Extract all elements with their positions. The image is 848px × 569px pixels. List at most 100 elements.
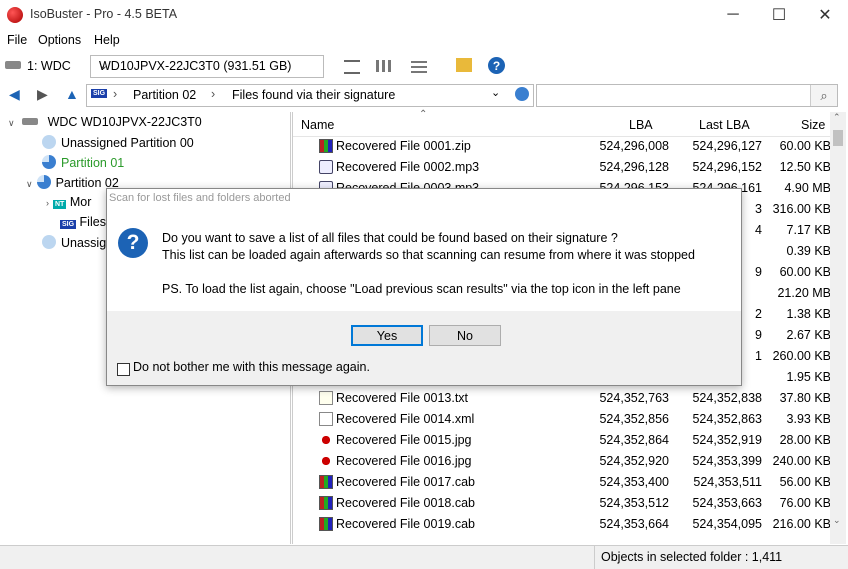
scrollbar[interactable]: ⌃ ⌄	[830, 112, 846, 544]
cell-last: 524,296,152	[692, 160, 762, 174]
partition-icon	[42, 235, 56, 249]
path-breadcrumb[interactable]: SIG › Partition 02 › Files found via the…	[86, 84, 534, 107]
tree-item-label: Unassigned Partition 00	[61, 136, 194, 150]
refresh-icon[interactable]	[515, 87, 529, 101]
search-icon[interactable]: ⌕	[810, 85, 837, 106]
cab-file-icon	[319, 496, 333, 510]
details-view-icon[interactable]	[376, 60, 392, 72]
cell-size: 2.67 KB	[786, 328, 831, 342]
tree-root[interactable]: ∨ WDC WD10JPVX-22JC3T0	[8, 115, 202, 129]
chevron-down-icon[interactable]: ⌄	[491, 86, 500, 99]
table-row[interactable]: Recovered File 0018.cab 524,353,512 524,35…	[293, 493, 833, 514]
cell-name: Recovered File 0018.cab	[336, 496, 475, 510]
maximize-button[interactable]: ☐	[756, 0, 802, 30]
cell-size: 260.00 KB	[772, 349, 831, 363]
mp3-file-icon	[319, 160, 333, 174]
no-button[interactable]: No	[429, 325, 501, 346]
expand-icon[interactable]: ∨	[8, 118, 15, 128]
list-header	[293, 112, 831, 137]
tree-item-files[interactable]: SIG Files	[60, 215, 106, 229]
cell-last: 524,352,838	[692, 391, 762, 405]
cell-lba: 524,353,400	[599, 475, 669, 489]
menu-file[interactable]: File	[7, 33, 27, 47]
txt-file-icon	[319, 391, 333, 405]
zip-file-icon	[319, 139, 333, 153]
cell-size: 240.00 KB	[772, 454, 831, 468]
cab-file-icon	[319, 475, 333, 489]
search-input[interactable]: ⌕	[536, 84, 838, 107]
cell-last: 524,352,863	[692, 412, 762, 426]
cell-name: Recovered File 0016.jpg	[336, 454, 472, 468]
table-row[interactable]: Recovered File 0019.cab 524,353,664 524,35…	[293, 514, 833, 535]
table-row[interactable]: Recovered File 0016.jpg 524,352,920 524,35…	[293, 451, 833, 472]
folder-icon[interactable]	[456, 58, 472, 72]
status-bar: Objects in selected folder : 1,411	[0, 545, 848, 569]
cell-size: 60.00 KB	[779, 265, 831, 279]
menu-options[interactable]: Options	[38, 33, 81, 47]
table-row[interactable]: Recovered File 0002.mp3 524,296,128 524,29…	[293, 157, 833, 178]
expand-icon[interactable]: ∨	[26, 179, 33, 189]
tree-item-label: Unassig	[61, 236, 107, 250]
scroll-up-icon[interactable]: ⌃	[833, 112, 841, 123]
drive-icon	[5, 61, 21, 69]
cell-size: 216.00 KB	[772, 517, 831, 531]
table-row[interactable]: Recovered File 0014.xml 524,352,856 524,35…	[293, 409, 833, 430]
jpg-file-icon	[319, 454, 333, 468]
minimize-button[interactable]: ─	[710, 0, 756, 30]
question-icon: ?	[118, 228, 148, 258]
list-view-icon[interactable]	[344, 60, 360, 74]
cell-last: 524,353,663	[692, 496, 762, 510]
cell-size: 37.80 KB	[779, 391, 831, 405]
up-icon[interactable]: ▲	[65, 86, 79, 102]
cell-size: 21.20 MB	[777, 286, 831, 300]
dialog-explanation: This list can be loaded again afterwards…	[162, 248, 695, 262]
forward-icon[interactable]: ▶	[37, 86, 48, 103]
cell-last: 3	[755, 202, 762, 216]
table-row[interactable]: Recovered File 0013.txt 524,352,763 524,35…	[293, 388, 833, 409]
scroll-thumb[interactable]	[833, 130, 843, 146]
table-row[interactable]: Recovered File 0015.jpg 524,352,864 524,35…	[293, 430, 833, 451]
table-row[interactable]: Recovered File 0017.cab 524,353,400 524,35…	[293, 472, 833, 493]
tree-item-partition-01[interactable]: Partition 01	[42, 155, 124, 170]
menu-help[interactable]: Help	[94, 33, 120, 47]
dont-bother-checkbox[interactable]	[117, 363, 130, 376]
app-icon	[7, 7, 23, 23]
scroll-down-icon[interactable]: ⌄	[833, 515, 841, 526]
cell-name: Recovered File 0014.xml	[336, 412, 475, 426]
cell-lba: 524,353,664	[599, 517, 669, 531]
cell-size: 1.95 KB	[786, 370, 831, 384]
yes-button[interactable]: Yes	[351, 325, 423, 346]
expand-icon[interactable]: ›	[46, 198, 49, 208]
cell-size: 12.50 KB	[779, 160, 831, 174]
cell-last: 2	[755, 307, 762, 321]
back-icon[interactable]: ◀	[9, 86, 20, 103]
breadcrumb-separator-icon: ›	[113, 87, 118, 101]
partition-icon	[36, 175, 51, 189]
cell-name: Recovered File 0017.cab	[336, 475, 475, 489]
dialog-question: Do you want to save a list of all files …	[162, 231, 618, 245]
cell-size: 0.39 KB	[786, 244, 831, 258]
close-button[interactable]: ✕	[802, 0, 848, 30]
cell-name: Recovered File 0002.mp3	[336, 160, 480, 174]
cell-name: Recovered File 0001.zip	[336, 139, 471, 153]
cell-name: Recovered File 0019.cab	[336, 517, 475, 531]
dont-bother-label[interactable]: Do not bother me with this message again…	[133, 360, 370, 374]
drive-select[interactable]: WD10JPVX-22JC3T0 (931.51 GB) ⌄	[90, 55, 324, 78]
tree-item-unassigned[interactable]: Unassig	[42, 235, 106, 250]
tree-item-partition-02[interactable]: ∨ Partition 02	[26, 175, 119, 190]
cell-size: 28.00 KB	[779, 433, 831, 447]
cell-last: 524,352,919	[692, 433, 762, 447]
window-title: IsoBuster - Pro - 4.5 BETA	[30, 7, 178, 21]
cell-lba: 524,352,856	[599, 412, 669, 426]
cell-last: 9	[755, 328, 762, 342]
cell-size: 56.00 KB	[779, 475, 831, 489]
sig-icon: SIG	[60, 220, 77, 229]
help-icon[interactable]: ?	[488, 57, 505, 74]
tree-item-more[interactable]: › NT Mor	[46, 195, 91, 209]
grid-view-icon[interactable]	[411, 59, 427, 73]
cell-size: 60.00 KB	[779, 139, 831, 153]
tree-item-unassigned-00[interactable]: Unassigned Partition 00	[42, 135, 194, 150]
breadcrumb-item[interactable]: Files found via their signature	[232, 88, 395, 102]
table-row[interactable]: Recovered File 0001.zip 524,296,008 524,29…	[293, 136, 833, 157]
breadcrumb-item[interactable]: Partition 02	[133, 88, 196, 102]
